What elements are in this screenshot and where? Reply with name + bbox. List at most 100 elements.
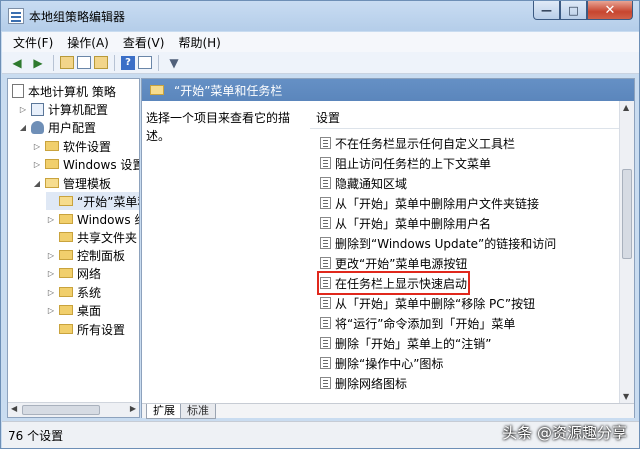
expand-arrow-icon[interactable]: ▷	[46, 215, 56, 224]
tree-item-label: 管理模板	[63, 176, 112, 191]
setting-item[interactable]: 阻止访问任务栏的上下文菜单	[320, 154, 491, 172]
expand-arrow-icon[interactable]: ▷	[46, 251, 56, 260]
export-list-icon[interactable]	[94, 56, 108, 69]
setting-item-label: 删除“操作中心”图标	[335, 356, 444, 371]
toolbar-separator	[114, 54, 115, 71]
setting-item-label: 删除网络图标	[335, 376, 408, 391]
collapse-arrow-icon[interactable]: ◢	[18, 123, 28, 132]
policy-setting-icon	[320, 197, 331, 209]
folder-icon	[45, 141, 59, 151]
setting-item[interactable]: 隐藏通知区域	[320, 174, 407, 192]
scroll-down-icon[interactable]: ▼	[623, 392, 629, 401]
policy-setting-icon	[320, 217, 331, 229]
collapse-arrow-icon[interactable]: ◢	[32, 179, 42, 188]
column-header-setting[interactable]: 设置	[310, 107, 619, 129]
tree-item-windows-components[interactable]: ▷ Windows 组件	[46, 210, 139, 228]
policy-setting-icon	[320, 317, 331, 329]
setting-item-label: 将“运行”命令添加到「开始」菜单	[335, 316, 516, 331]
setting-item-label: 不在任务栏显示任何自定义工具栏	[335, 136, 516, 151]
details-header-title: “开始”菜单和任务栏	[174, 83, 283, 98]
properties-icon[interactable]	[138, 56, 152, 69]
forward-arrow-icon[interactable]: ▶	[29, 54, 47, 72]
tree-item-start-menu-taskbar[interactable]: “开始”菜单和任务栏	[46, 192, 139, 210]
menu-bar: 文件(F) 操作(A) 查看(V) 帮助(H)	[2, 32, 639, 52]
tree-item-label: 所有设置	[77, 322, 126, 337]
folder-open-icon	[59, 196, 73, 206]
help-icon[interactable]: ?	[121, 55, 135, 70]
setting-item-label: 从「开始」菜单中删除“移除 PC”按钮	[335, 296, 536, 311]
tree-item-local-policy[interactable]: 本地计算机 策略	[12, 82, 116, 100]
tree-item-software-settings[interactable]: ▷ 软件设置	[32, 137, 111, 155]
policy-setting-icon	[320, 357, 331, 369]
tree-item-label: 系统	[77, 285, 102, 300]
setting-item[interactable]: 删除网络图标	[320, 374, 407, 392]
tree-item-windows-settings[interactable]: ▷ Windows 设置	[32, 155, 139, 173]
policy-setting-icon	[320, 257, 331, 269]
scroll-right-icon[interactable]: ▶	[130, 404, 136, 413]
expand-arrow-icon[interactable]: ▷	[46, 288, 56, 297]
tree-item-label: 桌面	[77, 303, 102, 318]
tree-item-label: 共享文件夹	[77, 230, 138, 245]
menu-help[interactable]: 帮助(H)	[171, 34, 227, 51]
tab-extended[interactable]: 扩展	[146, 404, 182, 419]
policy-setting-icon	[320, 157, 331, 169]
expand-arrow-icon[interactable]: ▷	[46, 269, 56, 278]
expand-arrow-icon[interactable]: ▷	[46, 306, 56, 315]
close-button[interactable]: ✕	[587, 1, 633, 20]
tree-item-network[interactable]: ▷ 网络	[46, 264, 101, 282]
scroll-thumb[interactable]	[622, 169, 632, 259]
show-hide-tree-icon[interactable]	[77, 56, 91, 69]
filter-icon[interactable]: ▼	[165, 54, 183, 72]
tree-item-control-panel[interactable]: ▷ 控制面板	[46, 246, 125, 264]
toolbar-separator	[158, 54, 159, 71]
expand-arrow-icon[interactable]: ▷	[32, 160, 42, 169]
policy-setting-icon	[320, 277, 331, 289]
tree-item-system[interactable]: ▷ 系统	[46, 283, 101, 301]
setting-item[interactable]: 从「开始」菜单中删除“移除 PC”按钮	[320, 294, 535, 312]
tree-item-computer-config[interactable]: ▷ 计算机配置	[18, 100, 108, 118]
setting-item[interactable]: 不在任务栏显示任何自定义工具栏	[320, 134, 515, 152]
setting-item[interactable]: 从「开始」菜单中删除用户名	[320, 214, 491, 232]
expand-arrow-icon[interactable]: ▷	[32, 142, 42, 151]
description-text: 选择一个项目来查看它的描述。	[146, 111, 291, 143]
document-icon	[12, 84, 24, 98]
app-window: 本地组策略编辑器 — □ ✕ 文件(F) 操作(A) 查看(V) 帮助(H) ◀…	[0, 0, 640, 449]
setting-item-label: 阻止访问任务栏的上下文菜单	[335, 156, 492, 171]
setting-item-label: 在任务栏上显示快速启动	[335, 276, 468, 291]
minimize-button[interactable]: —	[533, 1, 560, 20]
scroll-left-icon[interactable]: ◀	[11, 404, 17, 413]
tab-standard[interactable]: 标准	[180, 404, 216, 419]
navigation-tree: 本地计算机 策略 ▷ 计算机配置 ◢ 用户配置 ▷ 软件设置 ▷ Windows…	[7, 78, 140, 418]
details-pane: “开始”菜单和任务栏 选择一个项目来查看它的描述。 设置 不在任务栏显示任何自定…	[141, 78, 635, 419]
tree-item-all-settings[interactable]: 所有设置	[46, 320, 125, 338]
app-icon	[8, 8, 24, 24]
setting-item[interactable]: 将“运行”命令添加到「开始」菜单	[320, 314, 515, 332]
up-folder-icon[interactable]	[60, 56, 74, 69]
setting-item[interactable]: 删除“操作中心”图标	[320, 354, 443, 372]
tree-item-user-config[interactable]: ◢ 用户配置	[18, 118, 96, 136]
maximize-button[interactable]: □	[560, 1, 587, 20]
settings-vertical-scrollbar[interactable]: ▲ ▼	[619, 101, 634, 403]
expand-arrow-icon[interactable]: ▷	[18, 105, 28, 114]
tree-item-label: 控制面板	[77, 248, 126, 263]
tree-item-shared-folders[interactable]: 共享文件夹	[46, 228, 137, 246]
setting-item[interactable]: 更改“开始”菜单电源按钮	[320, 254, 467, 272]
policy-setting-icon	[320, 297, 331, 309]
tree-item-admin-templates[interactable]: ◢ 管理模板	[32, 174, 111, 192]
tree-item-desktop[interactable]: ▷ 桌面	[46, 301, 101, 319]
details-header: “开始”菜单和任务栏	[142, 79, 634, 101]
setting-item-label: 删除「开始」菜单上的“注销”	[335, 336, 492, 351]
setting-item[interactable]: 删除到“Windows Update”的链接和访问	[320, 234, 556, 252]
setting-item-highlighted[interactable]: 在任务栏上显示快速启动	[316, 271, 471, 295]
scroll-thumb[interactable]	[22, 405, 100, 415]
scroll-up-icon[interactable]: ▲	[623, 103, 629, 112]
menu-action[interactable]: 操作(A)	[60, 34, 116, 51]
menu-view[interactable]: 查看(V)	[116, 34, 172, 51]
setting-item[interactable]: 删除「开始」菜单上的“注销”	[320, 334, 491, 352]
watermark-text: 头条 @资源趣分享	[502, 424, 627, 442]
policy-setting-icon	[320, 137, 331, 149]
setting-item[interactable]: 从「开始」菜单中删除用户文件夹链接	[320, 194, 539, 212]
tree-horizontal-scrollbar[interactable]: ◀ ▶	[8, 402, 139, 417]
back-arrow-icon[interactable]: ◀	[8, 54, 26, 72]
menu-file[interactable]: 文件(F)	[6, 34, 60, 51]
